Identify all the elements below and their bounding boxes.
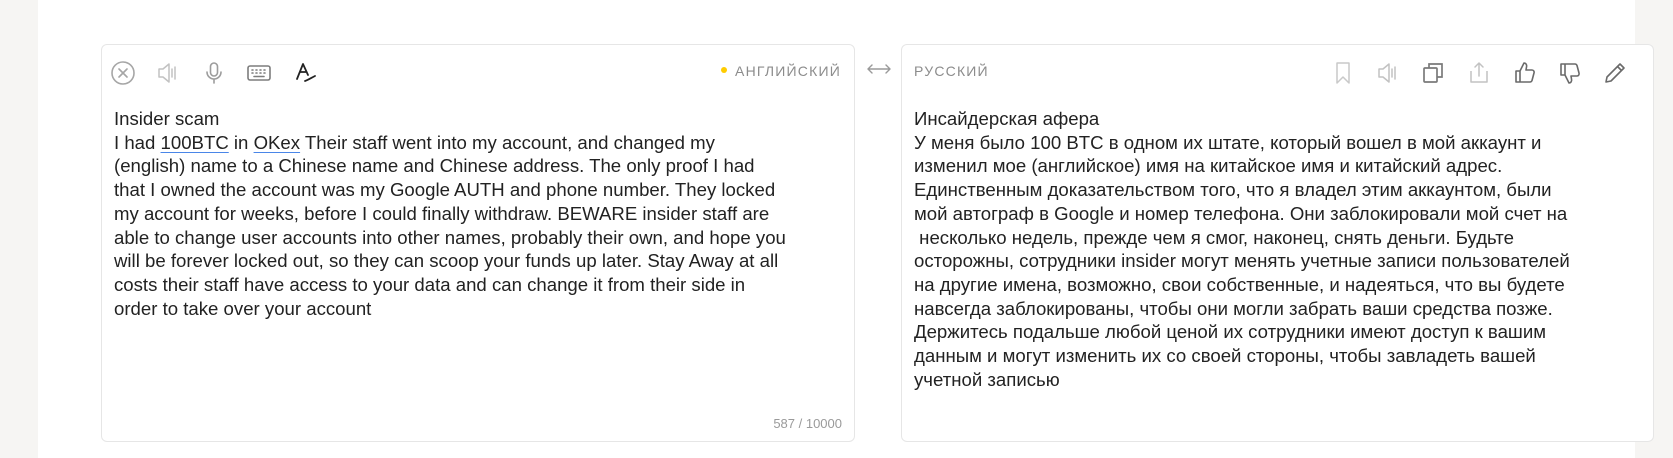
source-language-selector[interactable]: АНГЛИЙСКИЙ	[721, 63, 841, 79]
spellcheck-word[interactable]: 100BTC	[161, 132, 229, 153]
target-toolbar: РУССКИЙ	[902, 45, 1653, 101]
microphone-icon	[206, 62, 222, 84]
swap-arrows-icon	[867, 64, 891, 74]
share-translation-button[interactable]	[1463, 57, 1495, 89]
source-panel: АНГЛИЙСКИЙ Insider scam I had 100BTC in …	[101, 44, 855, 442]
target-language-label: РУССКИЙ	[914, 63, 989, 79]
character-counter: 587 / 10000	[773, 416, 842, 431]
speaker-icon	[1378, 63, 1396, 83]
spellcheck-word[interactable]: OKex	[254, 132, 301, 153]
copy-translation-button[interactable]	[1417, 57, 1449, 89]
detected-language-dot	[721, 67, 728, 74]
listen-translation-button[interactable]	[1372, 57, 1404, 89]
virtual-keyboard-button[interactable]	[243, 57, 275, 89]
clear-button[interactable]	[107, 57, 139, 89]
source-toolbar: АНГЛИЙСКИЙ	[102, 45, 854, 101]
clear-icon	[111, 61, 135, 85]
target-panel: РУССКИЙ Инсайдерская афера У меня было 1…	[901, 44, 1654, 442]
spellcheck-icon	[296, 63, 316, 82]
source-text-line-1: Insider scam	[114, 108, 220, 129]
share-icon	[1470, 62, 1488, 83]
thumbs-down-icon	[1560, 63, 1580, 84]
source-text-body: Their staff went into my account, and ch…	[114, 131, 786, 319]
target-language-selector[interactable]: РУССКИЙ	[914, 63, 989, 79]
translation-output: Инсайдерская афера У меня было 100 BTC в…	[914, 108, 1570, 390]
speaker-icon	[158, 63, 176, 83]
save-translation-button[interactable]	[1327, 57, 1359, 89]
good-translation-button[interactable]	[1509, 57, 1541, 89]
spellcheck-button[interactable]	[289, 57, 321, 89]
voice-input-button[interactable]	[198, 57, 230, 89]
source-text-segment: I had	[114, 131, 161, 153]
translator-page: АНГЛИЙСКИЙ Insider scam I had 100BTC in …	[38, 0, 1654, 458]
listen-source-button[interactable]	[152, 57, 184, 89]
source-text-input[interactable]: Insider scam I had 100BTC in OKex Their …	[114, 107, 842, 320]
edit-pencil-icon	[1605, 63, 1625, 83]
swap-languages-button[interactable]	[864, 58, 894, 80]
bad-translation-button[interactable]	[1554, 57, 1586, 89]
copy-icon	[1423, 63, 1443, 83]
bookmark-icon	[1336, 62, 1350, 84]
keyboard-icon	[247, 65, 271, 81]
source-text-segment: in	[228, 131, 254, 153]
thumbs-up-icon	[1515, 62, 1535, 83]
source-language-label: АНГЛИЙСКИЙ	[735, 63, 841, 79]
edit-translation-button[interactable]	[1599, 57, 1631, 89]
